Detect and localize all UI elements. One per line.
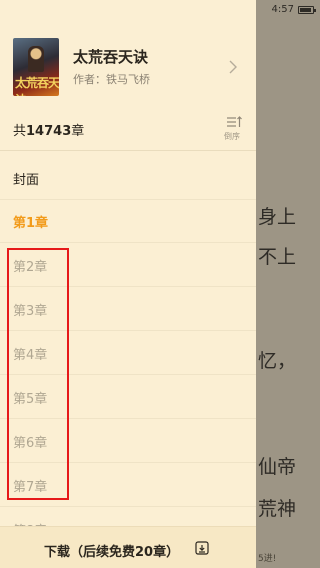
battery-icon [298,6,316,14]
chapter-count-suffix: 章 [71,124,85,139]
book-cover: 太荒吞天诀 [13,38,59,96]
status-bar: 4:57 [256,0,320,20]
cover-figure [28,46,44,72]
chapter-count-value: 14743 [26,124,72,139]
reader-text-line: 忆， [258,350,297,372]
book-title: 太荒吞天诀 [73,48,149,66]
book-info-card[interactable]: 太荒吞天诀 太荒吞天诀 作者：铁马飞桥 [0,0,256,104]
chapter-count-prefix: 共 [13,124,27,139]
download-icon [195,541,209,555]
sort-order-icon[interactable] [225,115,243,129]
status-time: 4:57 [271,4,294,15]
download-label: 下载（后续免费20章） [44,545,180,560]
book-author: 作者：铁马飞桥 [73,73,150,86]
reader-text-line: 身上 [258,206,297,228]
chapter-item-current[interactable]: 第1章 [0,199,256,243]
table-of-contents-drawer: 太荒吞天诀 太荒吞天诀 作者：铁马飞桥 共14743章 倒序 封面 第1章 第2… [0,0,256,568]
chapter-count: 共14743章 [13,120,84,139]
chapter-count-row: 共14743章 倒序 [0,104,256,150]
chevron-right-icon [229,60,237,74]
annotation-highlight-box [7,248,69,500]
reader-footer-text: 5进! [258,554,277,564]
toc-item-label: 封面 [13,173,40,188]
download-button[interactable]: 下载（后续免费20章） [0,526,256,568]
chapter-label: 第1章 [13,216,49,231]
sort-order-label[interactable]: 倒序 [224,131,240,142]
reader-text-line: 不上 [258,246,297,268]
reader-text-line: 荒神 [258,498,297,520]
cover-title-art: 太荒吞天诀 [15,76,59,96]
toc-item-cover[interactable]: 封面 [0,156,256,200]
reader-text-line: 仙帝 [258,456,297,478]
divider [0,150,256,151]
